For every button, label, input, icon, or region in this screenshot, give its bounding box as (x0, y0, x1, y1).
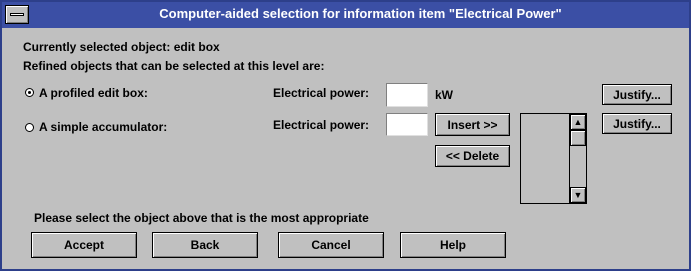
electrical-power-input-2[interactable] (386, 113, 428, 136)
justify-button-2[interactable]: Justify... (602, 113, 672, 134)
option-simple-accumulator-radio[interactable] (25, 123, 34, 132)
arrow-up-icon[interactable]: ▲ (570, 114, 586, 130)
option-simple-accumulator-label[interactable]: A simple accumulator: (39, 120, 167, 134)
cancel-button[interactable]: Cancel (278, 232, 384, 258)
scroll-thumb[interactable] (570, 130, 586, 146)
electrical-power-input-1[interactable] (386, 83, 428, 107)
current-object-text: Currently selected object: edit box (23, 40, 220, 54)
back-button[interactable]: Back (152, 232, 258, 258)
selection-prompt: Please select the object above that is t… (34, 211, 369, 225)
arrow-down-icon[interactable]: ▼ (570, 187, 586, 203)
listbox-content[interactable] (521, 114, 569, 203)
electrical-power-label-1: Electrical power: (273, 86, 370, 100)
insert-button[interactable]: Insert >> (435, 113, 510, 136)
system-menu-button[interactable] (5, 5, 29, 24)
help-button[interactable]: Help (400, 232, 506, 258)
delete-button[interactable]: << Delete (435, 145, 510, 167)
listbox-scrollbar[interactable]: ▲ ▼ (569, 114, 586, 203)
option-profiled-edit-box-label[interactable]: A profiled edit box: (39, 86, 148, 100)
minus-icon (10, 13, 24, 16)
selection-dialog: Computer-aided selection for information… (0, 0, 691, 271)
unit-label: kW (435, 88, 453, 102)
refined-objects-heading: Refined objects that can be selected at … (23, 59, 325, 73)
window-title: Computer-aided selection for information… (159, 6, 562, 21)
accept-button[interactable]: Accept (31, 232, 137, 258)
option-profiled-edit-box-radio[interactable] (25, 88, 34, 97)
title-bar: Computer-aided selection for information… (2, 2, 689, 28)
selected-objects-listbox[interactable]: ▲ ▼ (520, 113, 587, 204)
electrical-power-label-2: Electrical power: (273, 118, 370, 132)
justify-button-1[interactable]: Justify... (602, 84, 672, 105)
